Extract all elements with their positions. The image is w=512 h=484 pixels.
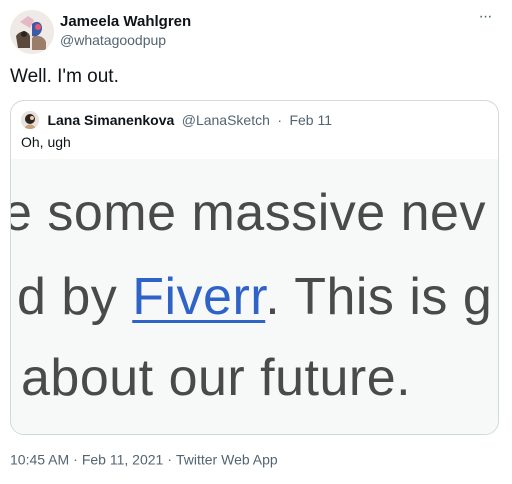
meta-separator-1: · xyxy=(73,451,78,468)
quoted-tweet-text: Oh, ugh xyxy=(21,134,71,150)
quoted-media-image[interactable]: e some massive nev d by Fiverr. This is … xyxy=(11,159,498,434)
quoted-tweet-header: Lana Simanenkova @LanaSketch · Feb 11 xyxy=(21,111,332,131)
tweet-time[interactable]: 10:45 AM xyxy=(10,451,69,467)
author-display-name[interactable]: Jameela Wahlgren xyxy=(60,12,191,31)
tweet-date[interactable]: Feb 11, 2021 xyxy=(82,451,163,467)
media-text-line-1: e some massive nev xyxy=(11,184,486,242)
quoted-author-avatar-image xyxy=(21,111,39,129)
quoted-author-avatar xyxy=(21,111,39,129)
tweet-metadata: 10:45 AM · Feb 11, 2021 · Twitter Web App xyxy=(10,450,278,467)
author-avatar[interactable] xyxy=(10,10,54,54)
tweet-source-app[interactable]: Twitter Web App xyxy=(176,451,278,467)
media-text-line-2-suffix: . This is g xyxy=(265,268,493,326)
media-text-line-2: d by Fiverr. This is g xyxy=(17,267,492,327)
tweet-header: Jameela Wahlgren @whatagoodpup ··· xyxy=(10,8,502,56)
meta-separator-2: · xyxy=(167,451,172,468)
author-names: Jameela Wahlgren @whatagoodpup xyxy=(60,12,191,49)
author-avatar-image xyxy=(10,10,54,54)
quoted-separator: · xyxy=(277,112,283,128)
more-options-icon[interactable]: ··· xyxy=(474,9,496,30)
quoted-author-display-name: Lana Simanenkova xyxy=(47,112,175,128)
tweet-text: Well. I'm out. xyxy=(10,66,119,87)
quoted-date: Feb 11 xyxy=(289,112,333,128)
media-text-line-3: about our future. xyxy=(21,349,412,407)
media-fiverr-link: Fiverr xyxy=(132,268,266,326)
author-handle[interactable]: @whatagoodpup xyxy=(60,31,191,49)
quoted-author-handle: @LanaSketch xyxy=(181,112,270,128)
tweet-card: Jameela Wahlgren @whatagoodpup ··· Well.… xyxy=(0,0,512,484)
media-text-line-2-prefix: d by xyxy=(17,268,133,326)
quoted-tweet[interactable]: Lana Simanenkova @LanaSketch · Feb 11 Oh… xyxy=(10,100,499,435)
